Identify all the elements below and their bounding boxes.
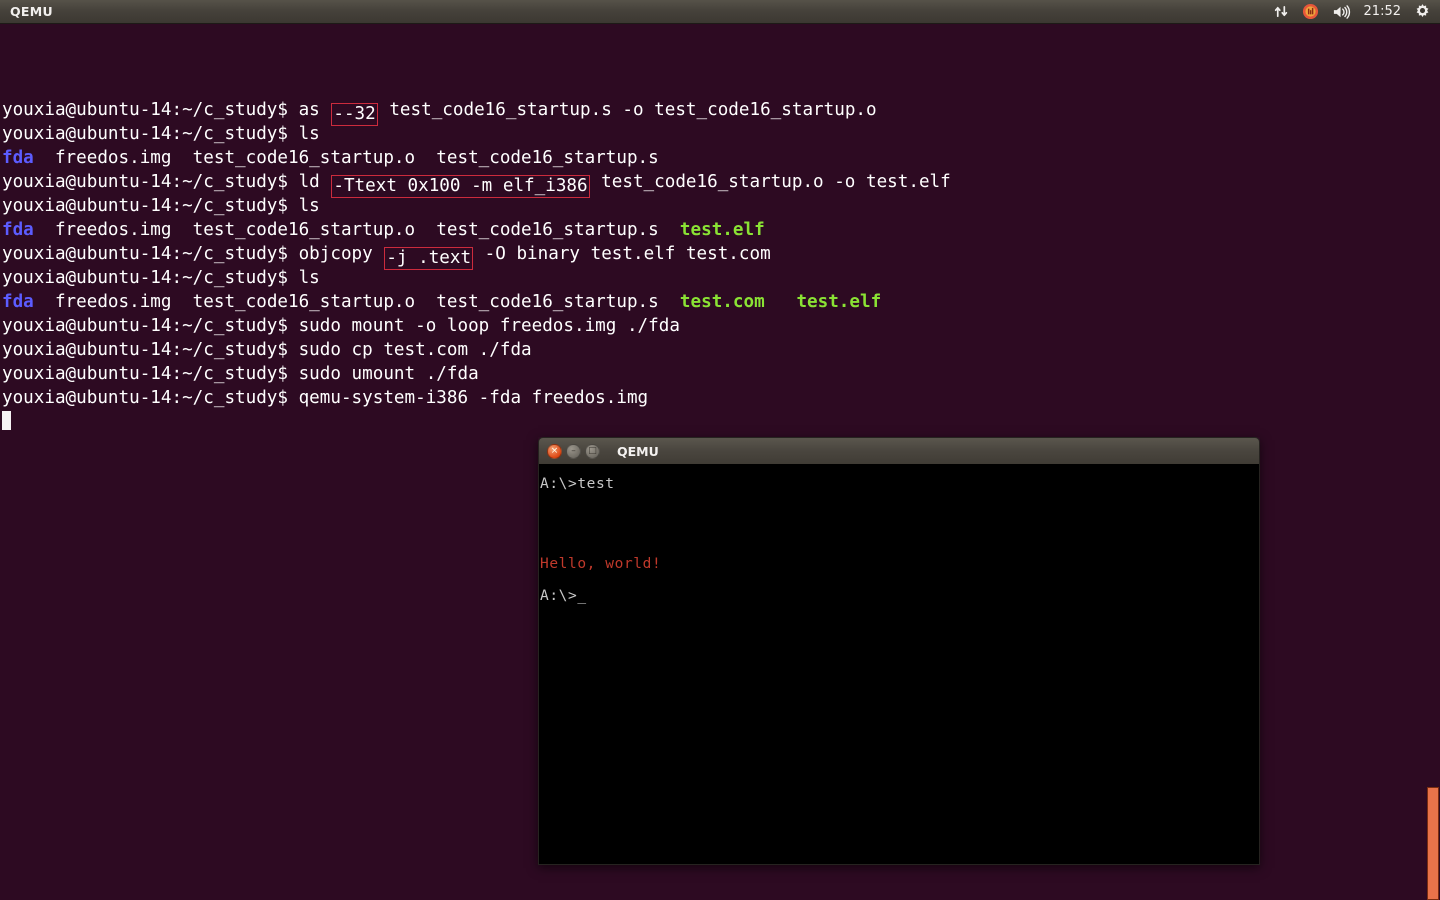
command-text: ls [298,268,320,288]
dos-line [539,540,1259,556]
dos-line [539,508,1259,524]
terminal-line: fda freedos.img test_code16_startup.o te… [2,290,1440,314]
file-list: freedos.img test_code16_startup.o test_c… [33,220,680,240]
dos-program-output: Hello, world! [540,556,662,572]
terminal-scrollbar-thumb[interactable] [1427,787,1439,900]
clock[interactable]: 21:52 [1364,0,1401,24]
dos-line [539,572,1259,588]
dos-prompt-line: A:\>_ [540,588,587,604]
text-cursor [2,411,11,430]
shell-prompt: youxia@ubuntu-14:~/c_study$ [2,100,299,120]
terminal-scrollbar-track[interactable] [1424,24,1440,900]
shell-prompt: youxia@ubuntu-14:~/c_study$ [2,364,299,384]
command-text: test_code16_startup.s -o test_code16_sta… [378,100,877,120]
command-text: as [298,100,331,120]
system-tray: 21:52 [1274,0,1440,23]
terminal-line: youxia@ubuntu-14:~/c_study$ sudo umount … [2,362,1440,386]
shell-prompt: youxia@ubuntu-14:~/c_study$ [2,244,299,264]
terminal-line: fda freedos.img test_code16_startup.o te… [2,146,1440,170]
file-list: freedos.img test_code16_startup.o test_c… [33,292,680,312]
executable-entry: test.elf [679,220,765,240]
maximize-icon[interactable]: □ [585,443,600,459]
command-text: -O binary test.elf test.com [474,244,771,264]
directory-entry: fda [2,292,34,312]
highlight-box-ld-flags: -Ttext 0x100 -m elf_i386 [331,175,590,198]
shell-prompt: youxia@ubuntu-14:~/c_study$ [2,196,299,216]
terminal-line: youxia@ubuntu-14:~/c_study$ ls [2,266,1440,290]
shell-prompt: youxia@ubuntu-14:~/c_study$ [2,388,299,408]
panel-app-title: QEMU [10,4,53,19]
dos-line [539,524,1259,540]
file-list: freedos.img test_code16_startup.o test_c… [33,148,659,168]
minimize-icon[interactable]: – [566,443,581,459]
command-text: qemu-system-i386 -fda freedos.img [298,388,649,408]
qemu-guest-screen[interactable]: A:\>test Hello, world! A:\>_ [538,464,1260,865]
command-text: ls [298,196,320,216]
directory-entry: fda [2,220,34,240]
shell-prompt: youxia@ubuntu-14:~/c_study$ [2,124,299,144]
terminal-line: youxia@ubuntu-14:~/c_study$ ls [2,194,1440,218]
terminal-cursor-line [2,410,1440,434]
qemu-window[interactable]: × – □ QEMU A:\>test Hello, world! A:\>_ [538,437,1260,865]
shell-prompt: youxia@ubuntu-14:~/c_study$ [2,340,299,360]
shell-prompt: youxia@ubuntu-14:~/c_study$ [2,316,299,336]
executable-entry: test.com test.elf [679,292,882,312]
volume-icon[interactable] [1332,0,1351,24]
network-updown-icon[interactable] [1274,0,1289,24]
command-text: test_code16_startup.o -o test.elf [590,172,951,192]
command-text: sudo umount ./fda [298,364,479,384]
gear-icon[interactable] [1414,0,1431,24]
qemu-window-title: QEMU [617,443,659,459]
terminal-line: youxia@ubuntu-14:~/c_study$ sudo cp test… [2,338,1440,362]
command-text: ls [298,124,320,144]
terminal-line: youxia@ubuntu-14:~/c_study$ sudo mount -… [2,314,1440,338]
terminal-line: youxia@ubuntu-14:~/c_study$ as --32 test… [2,98,1440,126]
dos-line [539,492,1259,508]
terminal-line: youxia@ubuntu-14:~/c_study$ objcopy -j .… [2,242,1440,270]
unity-top-panel: QEMU 21:52 [0,0,1440,24]
command-text: sudo cp test.com ./fda [298,340,532,360]
terminal-line: youxia@ubuntu-14:~/c_study$ qemu-system-… [2,386,1440,410]
highlight-box-objcopy-flags: -j .text [384,247,474,270]
close-icon[interactable]: × [547,443,562,459]
highlight-box-arch-flag: --32 [331,103,378,126]
command-text: objcopy [298,244,384,264]
shell-prompt: youxia@ubuntu-14:~/c_study$ [2,268,299,288]
terminal-line: youxia@ubuntu-14:~/c_study$ ls [2,122,1440,146]
command-text: sudo mount -o loop freedos.img ./fda [298,316,680,336]
terminal-line: fda freedos.img test_code16_startup.o te… [2,218,1440,242]
terminal-line: youxia@ubuntu-14:~/c_study$ ld -Ttext 0x… [2,170,1440,198]
command-text: ld [298,172,331,192]
dos-line: A:\>test [540,476,615,492]
directory-entry: fda [2,148,34,168]
qemu-titlebar[interactable]: × – □ QEMU [538,437,1260,464]
app-indicator-icon[interactable] [1302,0,1319,24]
shell-prompt: youxia@ubuntu-14:~/c_study$ [2,172,299,192]
